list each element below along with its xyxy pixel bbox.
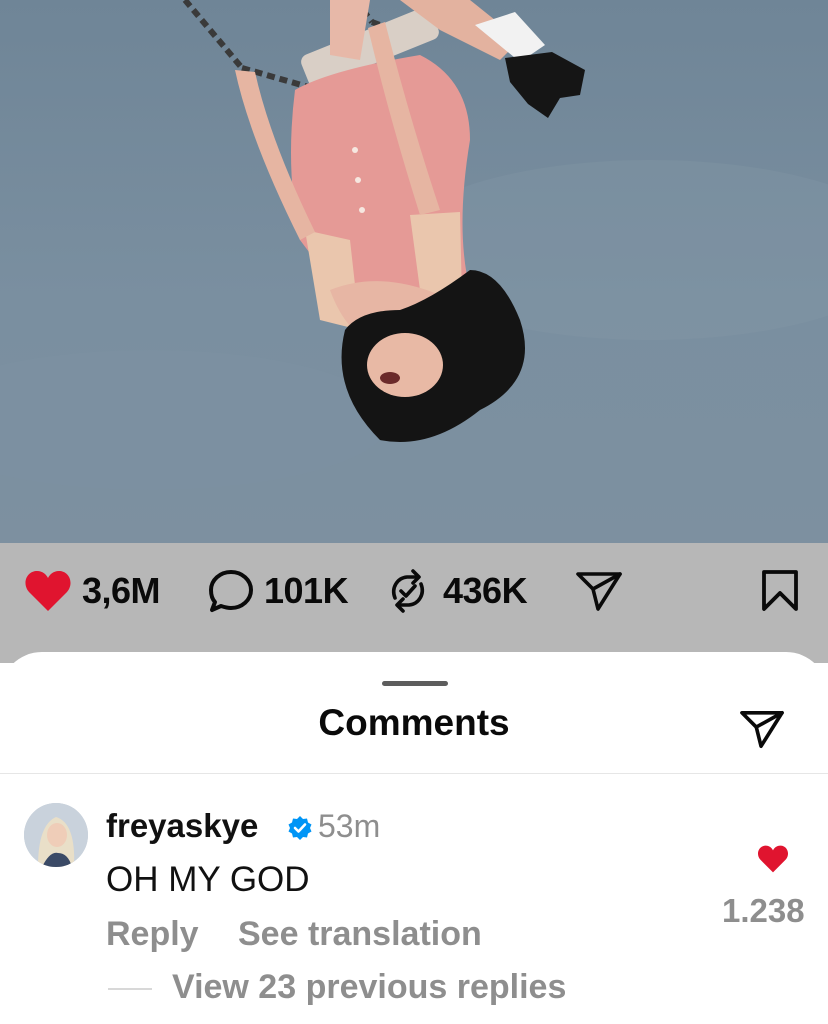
heart-icon bbox=[25, 570, 71, 611]
like-button[interactable]: 3,6M bbox=[24, 569, 161, 613]
bookmark-button[interactable] bbox=[760, 569, 800, 613]
see-translation-button[interactable]: See translation bbox=[238, 915, 482, 954]
bookmark-icon bbox=[762, 570, 798, 611]
view-replies-button[interactable]: View 23 previous replies bbox=[172, 968, 566, 1007]
swing-photo-illustration bbox=[0, 0, 828, 490]
share-icon bbox=[576, 572, 622, 611]
avatar[interactable] bbox=[24, 803, 88, 867]
comment-like-count: 1.238 bbox=[722, 892, 805, 929]
repost-count: 436K bbox=[443, 570, 528, 611]
repost-icon bbox=[391, 569, 425, 613]
sheet-title: Comments bbox=[318, 702, 510, 743]
post-image[interactable] bbox=[0, 0, 828, 543]
sheet-share-button[interactable] bbox=[738, 708, 786, 755]
replies-divider-line bbox=[108, 988, 152, 990]
comments-sheet: Comments freyaskye 53m OH MY GOD Reply S… bbox=[0, 652, 828, 1024]
share-button[interactable] bbox=[574, 569, 624, 613]
share-icon bbox=[740, 710, 784, 748]
comment-username[interactable]: freyaskye bbox=[106, 807, 258, 845]
sheet-grabber[interactable] bbox=[382, 681, 448, 686]
sheet-divider bbox=[0, 773, 828, 774]
comment-icon bbox=[209, 570, 253, 612]
post-action-bar: 3,6M 101K 436K bbox=[0, 543, 828, 663]
like-count: 3,6M bbox=[82, 570, 161, 611]
comment-time: 53m bbox=[318, 808, 381, 844]
comment-button[interactable]: 101K bbox=[207, 569, 349, 613]
comment-like-button[interactable] bbox=[757, 844, 789, 879]
comment-text: OH MY GOD bbox=[106, 860, 310, 899]
reply-button[interactable]: Reply bbox=[106, 915, 199, 954]
avatar-image bbox=[24, 803, 88, 867]
verified-icon bbox=[287, 815, 313, 846]
like-heart-icon bbox=[757, 845, 789, 873]
comment-count: 101K bbox=[264, 570, 349, 611]
repost-button[interactable]: 436K bbox=[385, 569, 528, 613]
